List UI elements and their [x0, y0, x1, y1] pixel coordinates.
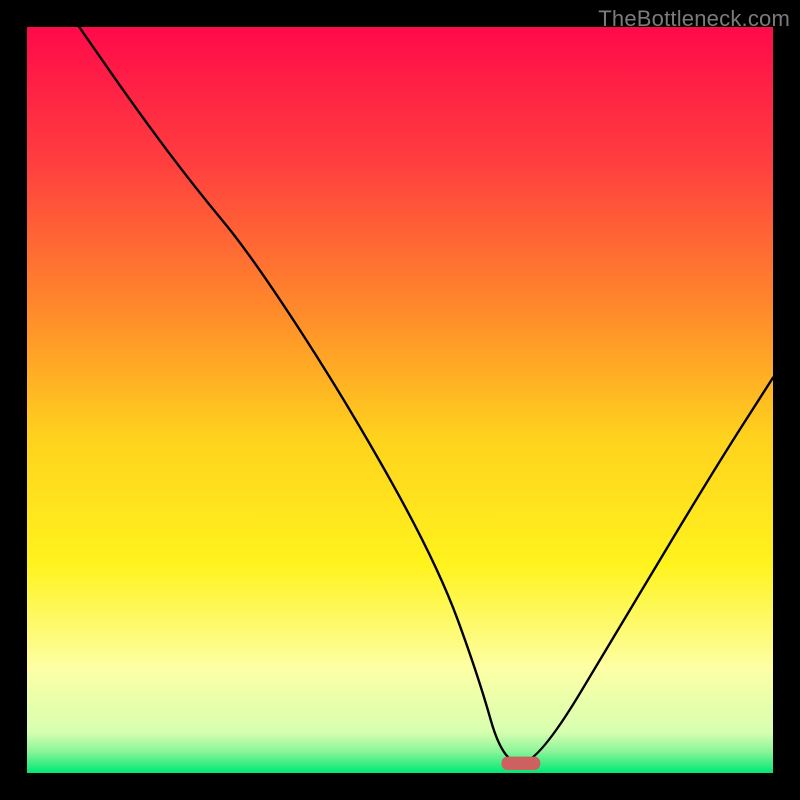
- attribution-text: TheBottleneck.com: [598, 6, 790, 32]
- optimal-marker: [501, 757, 540, 770]
- plot-area: [27, 27, 773, 773]
- gradient-background: [27, 27, 773, 773]
- chart-frame: TheBottleneck.com: [0, 0, 800, 800]
- chart-svg: [27, 27, 773, 773]
